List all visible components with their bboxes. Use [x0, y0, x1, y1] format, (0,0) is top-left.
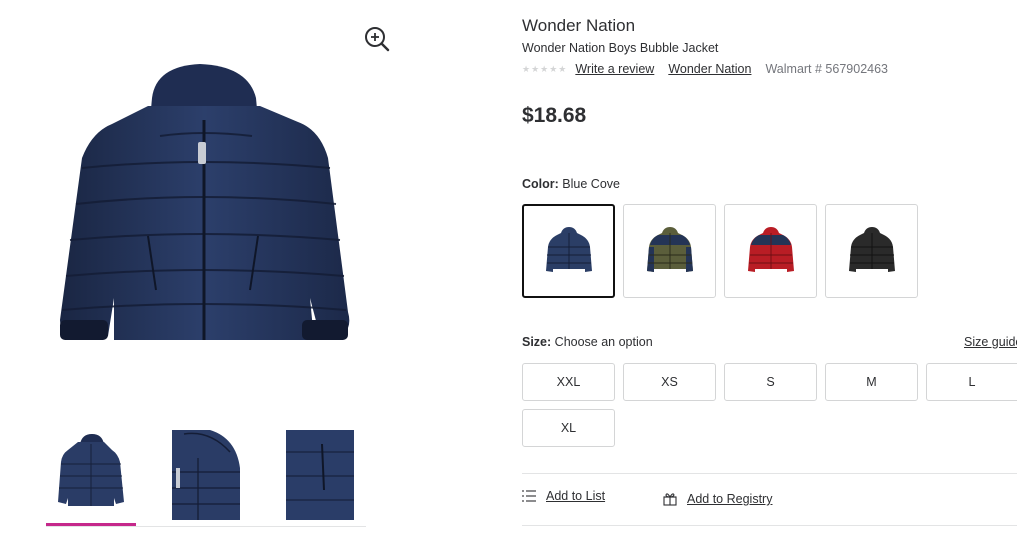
- price: $18.68: [522, 104, 587, 127]
- size-placeholder-value: Choose an option: [554, 335, 653, 349]
- thumbnail-hood-image: [170, 428, 240, 520]
- size-option-xl[interactable]: XL: [522, 409, 615, 447]
- swatch-jacket-red-icon: [747, 227, 794, 272]
- color-swatch-red[interactable]: [724, 204, 817, 298]
- add-to-registry-label: Add to Registry: [687, 492, 773, 506]
- thumbnail-hood-detail[interactable]: [170, 428, 240, 520]
- selected-color-value: Blue Cove: [562, 177, 620, 191]
- thumbnail-front-image: [58, 434, 124, 506]
- color-selection-label: Color: Blue Cove: [522, 177, 620, 191]
- size-label: Size:: [522, 335, 552, 349]
- item-number: Walmart # 567902463: [765, 62, 888, 76]
- swatch-jacket-black-icon: [848, 227, 895, 272]
- color-label: Color:: [522, 177, 559, 191]
- thumbnail-divider: [46, 526, 366, 527]
- rating-stars: ★★★★★: [522, 63, 568, 74]
- jacket-image: [60, 64, 350, 340]
- color-swatch-blue-cove[interactable]: [522, 204, 615, 298]
- swatch-jacket-blue-icon: [545, 227, 592, 272]
- thumbnail-pocket-image: [286, 430, 354, 520]
- actions-divider-bottom: [522, 525, 1017, 526]
- swatch-jacket-olive-icon: [646, 227, 693, 272]
- brand-name: Wonder Nation: [522, 16, 636, 35]
- color-swatch-black[interactable]: [825, 204, 918, 298]
- add-to-registry-button[interactable]: Add to Registry: [663, 492, 772, 506]
- list-icon: [522, 490, 536, 502]
- thumbnail-front[interactable]: [56, 428, 126, 520]
- color-swatch-olive[interactable]: [623, 204, 716, 298]
- actions-divider-top: [522, 473, 1017, 474]
- size-option-xxl[interactable]: XXL: [522, 363, 615, 401]
- write-review-link[interactable]: Write a review: [575, 62, 654, 76]
- size-selection-label: Size: Choose an option: [522, 335, 653, 349]
- gift-icon: [663, 493, 677, 506]
- size-option-s[interactable]: S: [724, 363, 817, 401]
- review-row: ★★★★★ Write a review Wonder Nation Walma…: [522, 62, 888, 76]
- size-option-l[interactable]: L: [926, 363, 1017, 401]
- product-main-image[interactable]: [52, 58, 358, 356]
- product-title: Wonder Nation Boys Bubble Jacket: [522, 41, 719, 55]
- size-guide-link[interactable]: Size guide: [964, 335, 1017, 349]
- size-option-m[interactable]: M: [825, 363, 918, 401]
- size-option-xs[interactable]: XS: [623, 363, 716, 401]
- zoom-in-icon: [365, 27, 390, 52]
- add-to-list-label: Add to List: [546, 489, 606, 503]
- thumbnail-pocket-detail[interactable]: [284, 428, 354, 520]
- add-to-list-button[interactable]: Add to List: [522, 489, 605, 503]
- zoom-in-button[interactable]: [362, 24, 392, 54]
- brand-link[interactable]: Wonder Nation: [668, 62, 751, 76]
